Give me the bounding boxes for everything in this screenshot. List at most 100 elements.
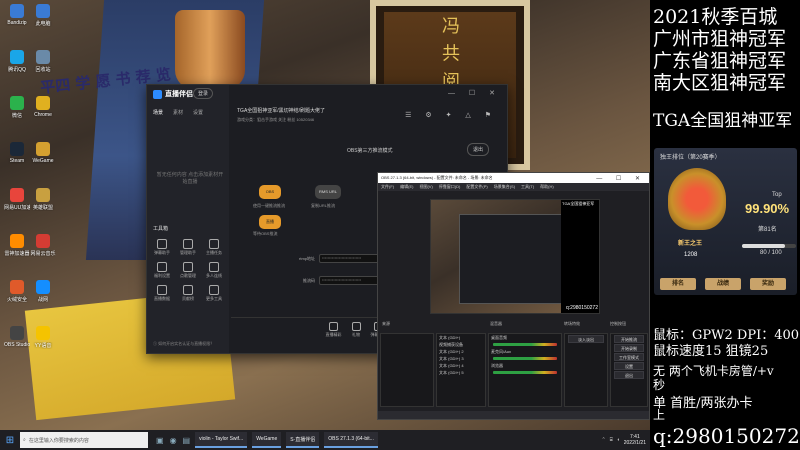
obs-menu-item[interactable]: 编辑(E) <box>400 184 413 190</box>
bottom-tool[interactable]: 礼物 <box>351 322 361 353</box>
folder-icon[interactable]: ▤ <box>183 436 191 445</box>
toolbox-item[interactable]: 更多工具 <box>201 285 227 302</box>
obs-control-button[interactable]: 开始推流 <box>614 335 644 343</box>
obs-control-button[interactable]: 工作室模式 <box>614 353 644 361</box>
volume-icon[interactable]: ◖ <box>617 437 620 443</box>
volume-meter[interactable] <box>493 343 557 346</box>
toolbox-item[interactable]: 贡献榜 <box>175 285 201 302</box>
toolbox-item[interactable]: 主播任务 <box>201 239 227 256</box>
source-item[interactable]: 文本 (GDI+) 2 <box>437 348 485 355</box>
login-button[interactable]: 登录 <box>193 88 214 99</box>
desktop-icon[interactable]: 战网 <box>30 280 56 316</box>
tool-icon <box>209 262 219 272</box>
desktop-icon[interactable]: YY语音 <box>30 326 56 362</box>
pinned-icons: ▣ ◉ ▤ <box>156 436 190 445</box>
header-icons[interactable]: ☰ ⚙ ✦ △ ⚑ <box>405 111 497 119</box>
desktop-icon[interactable]: Chrome <box>30 96 56 132</box>
obs-menu-item[interactable]: 配置文件(P) <box>466 184 487 190</box>
obs-control-button[interactable]: 开始录制 <box>614 344 644 352</box>
source-item[interactable]: 文本 (GDI+) 5 <box>437 369 485 376</box>
desktop-icon[interactable]: 英雄联盟 <box>30 188 56 224</box>
obs-menu-item[interactable]: 视图(V) <box>419 184 432 190</box>
desktop-icon[interactable]: 火绒安全 <box>4 280 30 316</box>
overlay-text-line: 无 两个飞机卡房管/+v <box>653 364 774 378</box>
network-icon[interactable]: ⌸ <box>610 437 613 443</box>
source-item[interactable]: 视频捕获设备 <box>437 341 485 348</box>
help-link[interactable]: ① 如何开启实名认证与直播权限？ <box>153 341 214 347</box>
obs-control-button[interactable]: 设置 <box>614 362 644 370</box>
obs-titlebar: OBS 27.1.3 (64-bit, windows) - 配置文件: 未命名… <box>378 173 649 183</box>
obs-menu-item[interactable]: 停靠窗口(D) <box>439 184 461 190</box>
toolbox-item[interactable]: 点歌管理 <box>175 262 201 279</box>
obs-menu-item[interactable]: 帮助(H) <box>540 184 554 190</box>
tab-material[interactable]: 素材 <box>173 109 183 116</box>
stream-overlay: 独王排位（第20赛季） 新王之王 1208 Top 99.90% 第81名 80… <box>650 0 800 450</box>
obs-window-controls[interactable]: — ☐ ✕ <box>596 175 649 182</box>
obs-menu-item[interactable]: 工具(T) <box>521 184 534 190</box>
app-icon <box>36 142 50 156</box>
toolbox-item[interactable]: 直播数据 <box>149 285 175 302</box>
obs-menu-item[interactable]: 文件(F) <box>381 184 394 190</box>
edge-icon[interactable]: ◉ <box>170 436 177 445</box>
rank-buttons: 排名 战绩 奖励 <box>660 278 786 290</box>
desktop-icon[interactable]: 腾讯QQ <box>4 50 30 86</box>
rank-button-reward[interactable]: 奖励 <box>750 278 786 290</box>
source-item[interactable]: 文本 (GDI+) <box>437 334 485 341</box>
preview-overlay-text: TGA全国狙神亚军 <box>562 201 595 206</box>
desktop-icon-label: WeGame <box>32 158 54 164</box>
source-item[interactable]: 文本 (GDI+) 3 <box>437 355 485 362</box>
app-icon <box>36 326 50 340</box>
overlay-text-line: 鼠标速度15 狙镜25 <box>653 344 769 359</box>
taskbar-clock[interactable]: 7:41 2022/1/21 <box>624 434 646 446</box>
zhibo-logo: 直播伴侣 <box>153 89 193 99</box>
dock-controls-title: 控制按钮 <box>610 321 626 326</box>
app-icon <box>10 142 24 156</box>
system-tray: ⌃ ⌸ ◖ 7:41 2022/1/21 <box>602 434 651 446</box>
window-controls[interactable]: — ☐ ✕ <box>448 89 501 97</box>
app-icon <box>36 188 50 202</box>
app-icon <box>36 280 50 294</box>
task-view-icon[interactable]: ▣ <box>156 436 164 445</box>
toolbox-item[interactable]: 福利设置 <box>149 262 175 279</box>
volume-meter[interactable] <box>493 371 557 374</box>
rank-button-record[interactable]: 战绩 <box>705 278 741 290</box>
obs-control-button[interactable]: 退出 <box>614 371 644 379</box>
desktop-icon[interactable]: 此电脑 <box>30 4 56 40</box>
taskbar-app[interactable]: violin - Taylor Swif... <box>195 432 248 448</box>
toolbox-item[interactable]: 弹幕助手 <box>149 239 175 256</box>
obs-title: OBS 27.1.3 (64-bit, windows) - 配置文件: 未命名… <box>381 175 493 180</box>
rank-button-ranking[interactable]: 排名 <box>660 278 696 290</box>
tab-scene[interactable]: 场景 <box>153 109 163 116</box>
desktop-icon[interactable]: Steam <box>4 142 30 178</box>
taskbar-app[interactable]: OBS 27.1.3 (64-bit... <box>324 432 378 448</box>
desktop-icon[interactable]: 雷神加速器 <box>4 234 30 270</box>
desktop-icon[interactable]: OBS Studio <box>4 326 30 362</box>
desktop-icon[interactable]: Bandizip <box>4 4 30 40</box>
desktop-icon[interactable]: 回收站 <box>30 50 56 86</box>
taskbar-search[interactable]: ⌕ 在这里输入你要搜索的内容 <box>20 432 148 448</box>
toolbox-item[interactable]: 管理助手 <box>175 239 201 256</box>
obs-menu-item[interactable]: 场景集合(S) <box>494 184 515 190</box>
desktop-icon[interactable]: 网易UU加速器 <box>4 188 30 224</box>
taskbar-app[interactable]: WeGame <box>252 432 282 448</box>
source-item[interactable]: 文本 (GDI+) 4 <box>437 362 485 369</box>
taskbar-app[interactable]: S·直播伴侣 <box>286 432 320 448</box>
transition-select[interactable]: 淡入淡出 <box>568 335 604 343</box>
desktop-icon-label: 微信 <box>11 113 22 119</box>
desktop-icon[interactable]: 网易云音乐 <box>30 234 56 270</box>
toolbox-item[interactable]: 多人连线 <box>201 262 227 279</box>
preview-qq: q:2980150272 <box>566 305 598 311</box>
desktop-icon[interactable]: WeGame <box>30 142 56 178</box>
tray-chevron-icon[interactable]: ⌃ <box>602 437 606 443</box>
rank-progress-bar <box>742 244 796 248</box>
exit-mode-button[interactable]: 退出 <box>467 143 490 156</box>
dock-sources-title: 来源 <box>382 321 390 326</box>
bottom-tool[interactable]: 直播精彩 <box>326 322 342 353</box>
volume-meter[interactable] <box>493 357 557 360</box>
overlay-text-line: 南大区狙神冠军 <box>653 72 787 94</box>
desktop-icon-label: 战网 <box>37 297 48 303</box>
tab-settings[interactable]: 设置 <box>193 109 203 116</box>
desktop-icon[interactable]: 微信 <box>4 96 30 132</box>
stream-mode-label: OBS第三方推流模式 <box>347 148 393 154</box>
windows-start-icon[interactable]: ⊞ <box>0 430 20 450</box>
